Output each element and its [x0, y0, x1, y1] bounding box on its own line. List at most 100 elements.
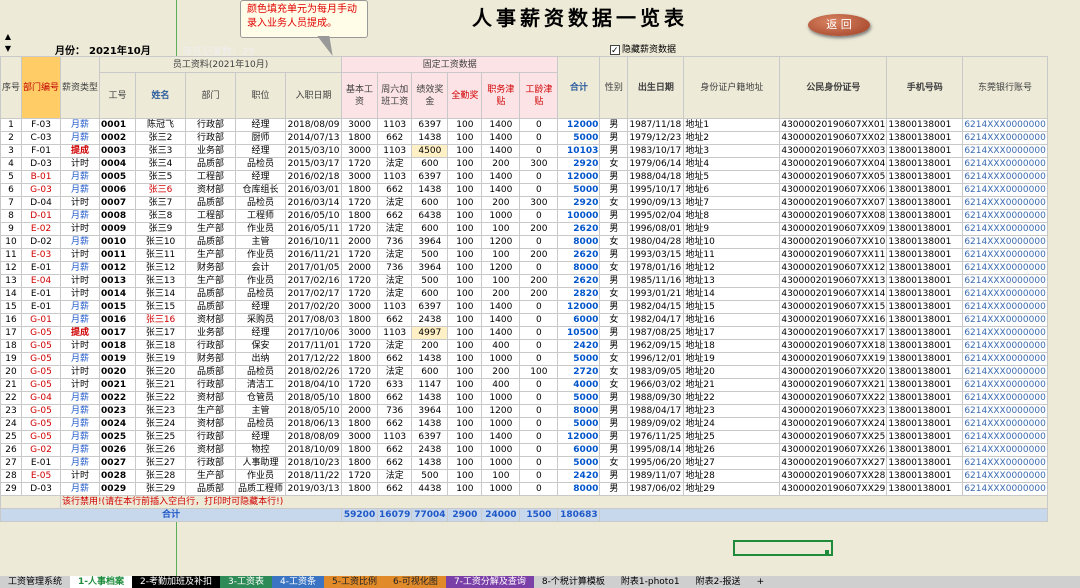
cell-index[interactable]: 17: [0, 326, 23, 340]
cell-dept[interactable]: 财务部: [185, 352, 237, 366]
cell-seniority[interactable]: 0: [519, 417, 559, 431]
cell-duty-allowance[interactable]: 1000: [481, 352, 521, 366]
cell-address[interactable]: 地址1: [683, 118, 781, 132]
cell-gender[interactable]: 男: [599, 131, 629, 145]
cell-seniority[interactable]: 0: [519, 118, 559, 132]
cell-address[interactable]: 地址19: [683, 352, 781, 366]
cell-emp-no[interactable]: 0021: [99, 378, 137, 392]
cell-birth-date[interactable]: 1996/08/01: [627, 222, 685, 236]
cell-base-pay[interactable]: 1800: [341, 352, 379, 366]
cell-performance[interactable]: 3964: [411, 235, 449, 249]
cell-saturday-ot[interactable]: 662: [377, 443, 413, 457]
cell-saturday-ot[interactable]: 662: [377, 482, 413, 496]
cell-id-number[interactable]: 43000020190607XX22: [779, 391, 888, 405]
sheet-tab-7[interactable]: 7-工资分解及查询: [445, 576, 534, 588]
cell-phone[interactable]: 13800138001: [886, 456, 964, 470]
cell-position[interactable]: 主管: [235, 235, 287, 249]
cell-dept-code[interactable]: E-01: [21, 456, 62, 470]
cell-seniority[interactable]: 0: [519, 183, 559, 197]
cell-address[interactable]: 地址2: [683, 131, 781, 145]
cell-seniority[interactable]: 200: [519, 287, 559, 301]
cell-total[interactable]: 6000: [557, 313, 601, 327]
cell-base-pay[interactable]: 1720: [341, 196, 379, 210]
cell-dept[interactable]: 资材部: [185, 391, 237, 405]
cell-id-number[interactable]: 43000020190607XX02: [779, 131, 888, 145]
cell-seniority[interactable]: 0: [519, 404, 559, 418]
cell-dept-code[interactable]: G-05: [21, 326, 62, 340]
cell-performance[interactable]: 6438: [411, 209, 449, 223]
cell-bank-account[interactable]: 6214XXX0000000: [962, 469, 1048, 483]
cell-total[interactable]: 2920: [557, 196, 601, 210]
cell-gender[interactable]: 男: [599, 274, 629, 288]
cell-birth-date[interactable]: 1983/10/17: [627, 144, 685, 158]
cell-attendance[interactable]: 100: [447, 417, 483, 431]
cell-address[interactable]: 地址4: [683, 157, 781, 171]
cell-id-number[interactable]: 43000020190607XX19: [779, 352, 888, 366]
cell-hire-date[interactable]: 2018/11/22: [285, 469, 343, 483]
cell-phone[interactable]: 13800138001: [886, 391, 964, 405]
cell-gender[interactable]: 男: [599, 222, 629, 236]
cell-name[interactable]: 张三4: [135, 157, 187, 171]
cell-id-number[interactable]: 43000020190607XX20: [779, 365, 888, 379]
cell-emp-no[interactable]: 0019: [99, 352, 137, 366]
cell-phone[interactable]: 13800138001: [886, 404, 964, 418]
cell-total[interactable]: 8000: [557, 482, 601, 496]
cell-attendance[interactable]: 100: [447, 456, 483, 470]
cell-birth-date[interactable]: 1989/09/02: [627, 417, 685, 431]
cell-bank-account[interactable]: 6214XXX0000000: [962, 235, 1048, 249]
cell-position[interactable]: 出纳: [235, 352, 287, 366]
cell-seniority[interactable]: 0: [519, 443, 559, 457]
fill-handle[interactable]: [825, 550, 829, 554]
cell-position[interactable]: 品检员: [235, 157, 287, 171]
cell-name[interactable]: 张三26: [135, 443, 187, 457]
cell-name[interactable]: 张三11: [135, 248, 187, 262]
cell-salary-type[interactable]: 提成: [60, 144, 101, 158]
cell-performance[interactable]: 200: [411, 339, 449, 353]
cell-dept-code[interactable]: E-01: [21, 287, 62, 301]
cell-total[interactable]: 5000: [557, 456, 601, 470]
sheet-tab-10[interactable]: 附表2-报送: [687, 576, 749, 588]
cell-id-number[interactable]: 43000020190607XX07: [779, 196, 888, 210]
cell-duty-allowance[interactable]: 1000: [481, 209, 521, 223]
cell-name[interactable]: 张三14: [135, 287, 187, 301]
cell-dept[interactable]: 资材部: [185, 313, 237, 327]
cell-dept[interactable]: 行政部: [185, 339, 237, 353]
cell-birth-date[interactable]: 1988/09/30: [627, 391, 685, 405]
cell-hire-date[interactable]: 2019/03/13: [285, 482, 343, 496]
cell-gender[interactable]: 男: [599, 482, 629, 496]
cell-position[interactable]: 经理: [235, 430, 287, 444]
cell-name[interactable]: 张三8: [135, 209, 187, 223]
cell-total[interactable]: 4000: [557, 378, 601, 392]
cell-id-number[interactable]: 43000020190607XX27: [779, 456, 888, 470]
cell-seniority[interactable]: 0: [519, 144, 559, 158]
cell-salary-type[interactable]: 月薪: [60, 131, 101, 145]
cell-dept-code[interactable]: G-05: [21, 365, 62, 379]
cell-birth-date[interactable]: 1987/11/18: [627, 118, 685, 132]
cell-bank-account[interactable]: 6214XXX0000000: [962, 287, 1048, 301]
cell-bank-account[interactable]: 6214XXX0000000: [962, 313, 1048, 327]
cell-name[interactable]: 张三16: [135, 313, 187, 327]
cell-seniority[interactable]: 300: [519, 196, 559, 210]
cell-emp-no[interactable]: 0002: [99, 131, 137, 145]
cell-dept[interactable]: 生产部: [185, 469, 237, 483]
cell-bank-account[interactable]: 6214XXX0000000: [962, 274, 1048, 288]
cell-duty-allowance[interactable]: 200: [481, 287, 521, 301]
cell-dept[interactable]: 行政部: [185, 456, 237, 470]
cell-phone[interactable]: 13800138001: [886, 482, 964, 496]
cell-gender[interactable]: 男: [599, 430, 629, 444]
cell-name[interactable]: 张三3: [135, 144, 187, 158]
cell-gender[interactable]: 男: [599, 469, 629, 483]
cell-position[interactable]: 物控: [235, 443, 287, 457]
cell-hire-date[interactable]: 2015/03/10: [285, 144, 343, 158]
cell-attendance[interactable]: 100: [447, 274, 483, 288]
cell-seniority[interactable]: 0: [519, 352, 559, 366]
cell-base-pay[interactable]: 1720: [341, 157, 379, 171]
cell-base-pay[interactable]: 1720: [341, 365, 379, 379]
cell-id-number[interactable]: 43000020190607XX26: [779, 443, 888, 457]
cell-bank-account[interactable]: 6214XXX0000000: [962, 404, 1048, 418]
sheet-tab-4[interactable]: 4-工资条: [271, 576, 324, 588]
cell-dept-code[interactable]: D-03: [21, 482, 62, 496]
cell-index[interactable]: 2: [0, 131, 23, 145]
cell-gender[interactable]: 女: [599, 196, 629, 210]
cell-salary-type[interactable]: 月薪: [60, 300, 101, 314]
